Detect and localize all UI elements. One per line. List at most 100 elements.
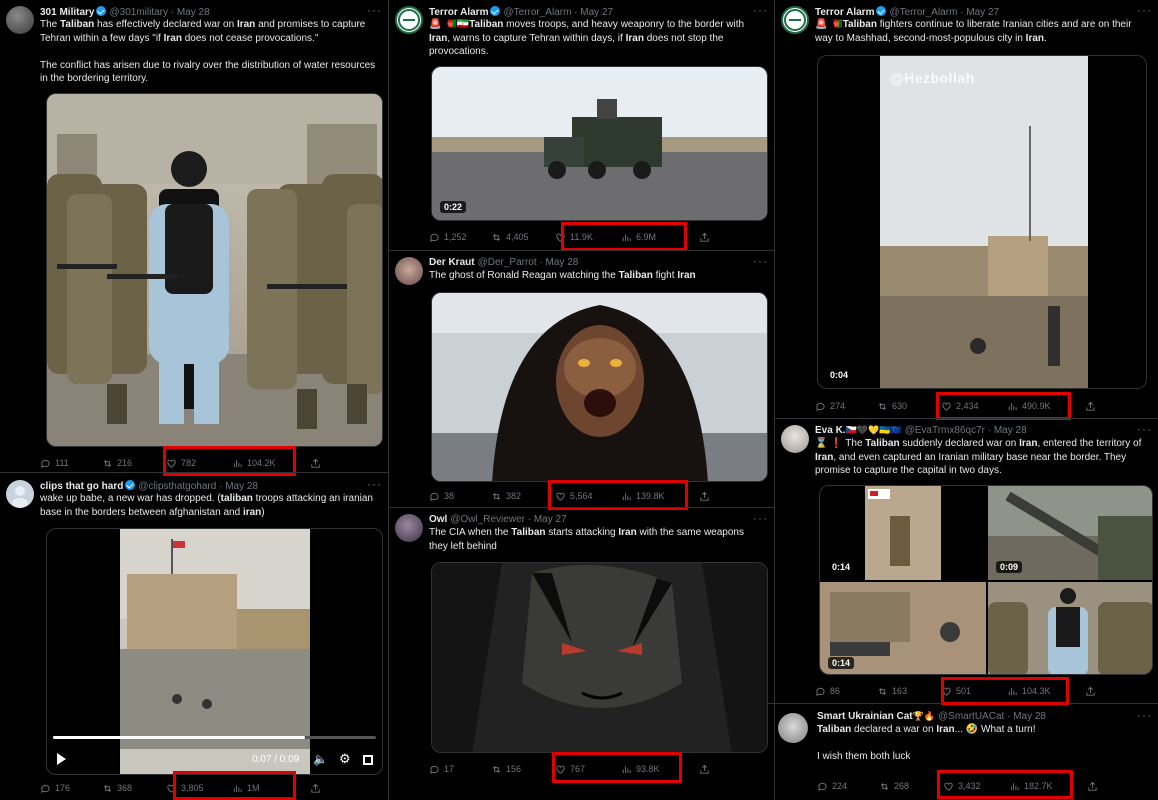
more-options-icon[interactable]: ··· xyxy=(1137,3,1152,17)
author-handle[interactable]: @301military · May 28 xyxy=(109,7,209,18)
author-name[interactable]: Terror Alarm xyxy=(815,7,874,18)
tweet-text: The CIA when the Taliban starts attackin… xyxy=(429,527,744,552)
tweet[interactable]: Eva K.🇨🇿🖤💛🇺🇦🇪🇺 @EvaTrmx86qc7r · May 28 ··… xyxy=(775,419,1158,703)
reply-button[interactable]: 111 xyxy=(40,455,69,471)
retweet-button[interactable]: 163 xyxy=(877,683,907,699)
author-handle[interactable]: @clipsthatgohard · May 28 xyxy=(138,481,258,492)
highlight-box xyxy=(173,771,296,800)
retweet-count: 630 xyxy=(892,401,908,411)
grid-video-1[interactable]: 0:14 xyxy=(820,486,986,580)
author-handle[interactable]: @SmartUACat · May 28 xyxy=(938,711,1046,722)
share-button[interactable] xyxy=(699,761,710,777)
tweet[interactable]: Der Kraut @Der_Parrot · May 28 ··· The gh… xyxy=(389,251,774,507)
retweet-count: 163 xyxy=(892,686,908,696)
tweet-text: 🚨 🇦🇫🇮🇷Taliban moves troops, and heavy we… xyxy=(429,19,745,57)
author-handle[interactable]: @Terror_Alarm · May 27 xyxy=(503,7,613,18)
tweet[interactable]: Terror Alarm @Terror_Alarm · May 27 ··· 🚨… xyxy=(389,0,774,250)
more-options-icon[interactable]: ··· xyxy=(1137,422,1152,436)
avatar[interactable] xyxy=(781,6,809,34)
reply-button[interactable]: 86 xyxy=(815,683,840,699)
tweet-image[interactable] xyxy=(431,292,768,482)
play-icon[interactable] xyxy=(57,753,66,765)
reply-icon xyxy=(817,781,828,792)
highlight-box xyxy=(552,752,682,783)
author-handle[interactable]: @Terror_Alarm · May 27 xyxy=(889,7,999,18)
tweet[interactable]: 301 Military @301military · May 28 ··· Th… xyxy=(0,0,388,472)
avatar[interactable] xyxy=(6,6,34,34)
share-button[interactable] xyxy=(699,488,710,504)
retweet-button[interactable]: 382 xyxy=(491,488,521,504)
highlight-box xyxy=(937,770,1073,799)
reply-button[interactable]: 274 xyxy=(815,398,845,414)
author-handle[interactable]: @EvaTrmx86qc7r · May 28 xyxy=(905,425,1027,436)
more-options-icon[interactable]: ··· xyxy=(753,254,768,268)
tweet-video[interactable]: 0:07 / 0:09 🔈 ⚙ xyxy=(46,528,383,775)
reply-count: 38 xyxy=(444,491,455,501)
more-options-icon[interactable]: ··· xyxy=(367,3,382,17)
progress-bar[interactable] xyxy=(53,736,376,739)
volume-icon[interactable]: 🔈 xyxy=(313,752,328,766)
tweet-video[interactable]: 0:22 xyxy=(431,66,768,221)
retweet-button[interactable]: 630 xyxy=(877,398,907,414)
share-icon xyxy=(310,458,321,469)
divider xyxy=(768,703,1158,704)
retweet-button[interactable]: 4,405 xyxy=(491,229,529,245)
retweet-button[interactable]: 268 xyxy=(879,778,909,794)
retweet-icon xyxy=(102,783,113,794)
author-handle[interactable]: @Owl_Reviewer · May 27 xyxy=(450,514,566,525)
avatar[interactable] xyxy=(778,713,808,743)
reply-icon xyxy=(429,491,440,502)
fullscreen-icon[interactable] xyxy=(363,755,373,765)
author-name[interactable]: clips that go hard xyxy=(40,481,123,492)
avatar[interactable] xyxy=(395,257,423,285)
share-button[interactable] xyxy=(310,455,321,471)
grid-video-2[interactable]: 0:09 xyxy=(988,486,1152,580)
avatar[interactable] xyxy=(395,514,423,542)
tweet-image[interactable] xyxy=(46,93,383,447)
avatar[interactable] xyxy=(781,425,809,453)
reply-button[interactable]: 17 xyxy=(429,761,454,777)
avatar[interactable] xyxy=(395,6,423,34)
retweet-count: 216 xyxy=(117,458,133,468)
reply-button[interactable]: 1,252 xyxy=(429,229,467,245)
author-name[interactable]: Terror Alarm xyxy=(429,7,488,18)
grid-video-3[interactable]: 0:14 xyxy=(820,582,986,674)
tweet-video[interactable]: @Hezbollah 0:04 xyxy=(817,55,1147,389)
tweet-text: The Taliban has effectively declared war… xyxy=(40,19,376,84)
share-button[interactable] xyxy=(699,229,710,245)
author-name[interactable]: Der Kraut xyxy=(429,257,475,268)
tweet-image[interactable] xyxy=(431,562,768,753)
video-watermark: @Hezbollah xyxy=(890,70,975,86)
tweet[interactable]: Terror Alarm @Terror_Alarm · May 27 ··· 🚨… xyxy=(775,0,1158,418)
share-icon xyxy=(1085,401,1096,412)
avatar[interactable] xyxy=(6,480,34,508)
reply-icon xyxy=(40,783,51,794)
share-icon xyxy=(699,232,710,243)
author-name[interactable]: Smart Ukrainian Cat xyxy=(817,711,913,722)
share-button[interactable] xyxy=(1087,778,1098,794)
share-button[interactable] xyxy=(310,780,321,796)
author-handle[interactable]: @Der_Parrot · May 28 xyxy=(478,257,579,268)
more-options-icon[interactable]: ··· xyxy=(367,477,382,491)
reply-button[interactable]: 38 xyxy=(429,488,454,504)
name-flags: 🏆🔥 xyxy=(912,711,936,721)
retweet-icon xyxy=(491,491,502,502)
share-button[interactable] xyxy=(1085,683,1096,699)
reply-button[interactable]: 176 xyxy=(40,780,70,796)
tweet[interactable]: clips that go hard @clipsthatgohard · May… xyxy=(0,474,388,800)
retweet-icon xyxy=(877,401,888,412)
retweet-button[interactable]: 216 xyxy=(102,455,132,471)
author-name[interactable]: 301 Military xyxy=(40,7,94,18)
settings-gear-icon[interactable]: ⚙ xyxy=(339,751,351,767)
retweet-icon xyxy=(491,232,502,243)
more-options-icon[interactable]: ··· xyxy=(753,511,768,525)
retweet-button[interactable]: 156 xyxy=(491,761,521,777)
author-name[interactable]: Eva K. xyxy=(815,425,846,436)
author-name[interactable]: Owl xyxy=(429,514,447,525)
grid-image-4[interactable] xyxy=(988,582,1152,674)
retweet-button[interactable]: 368 xyxy=(102,780,132,796)
more-options-icon[interactable]: ··· xyxy=(753,3,768,17)
more-options-icon[interactable]: ··· xyxy=(1137,708,1152,722)
reply-button[interactable]: 224 xyxy=(817,778,847,794)
share-button[interactable] xyxy=(1085,398,1096,414)
